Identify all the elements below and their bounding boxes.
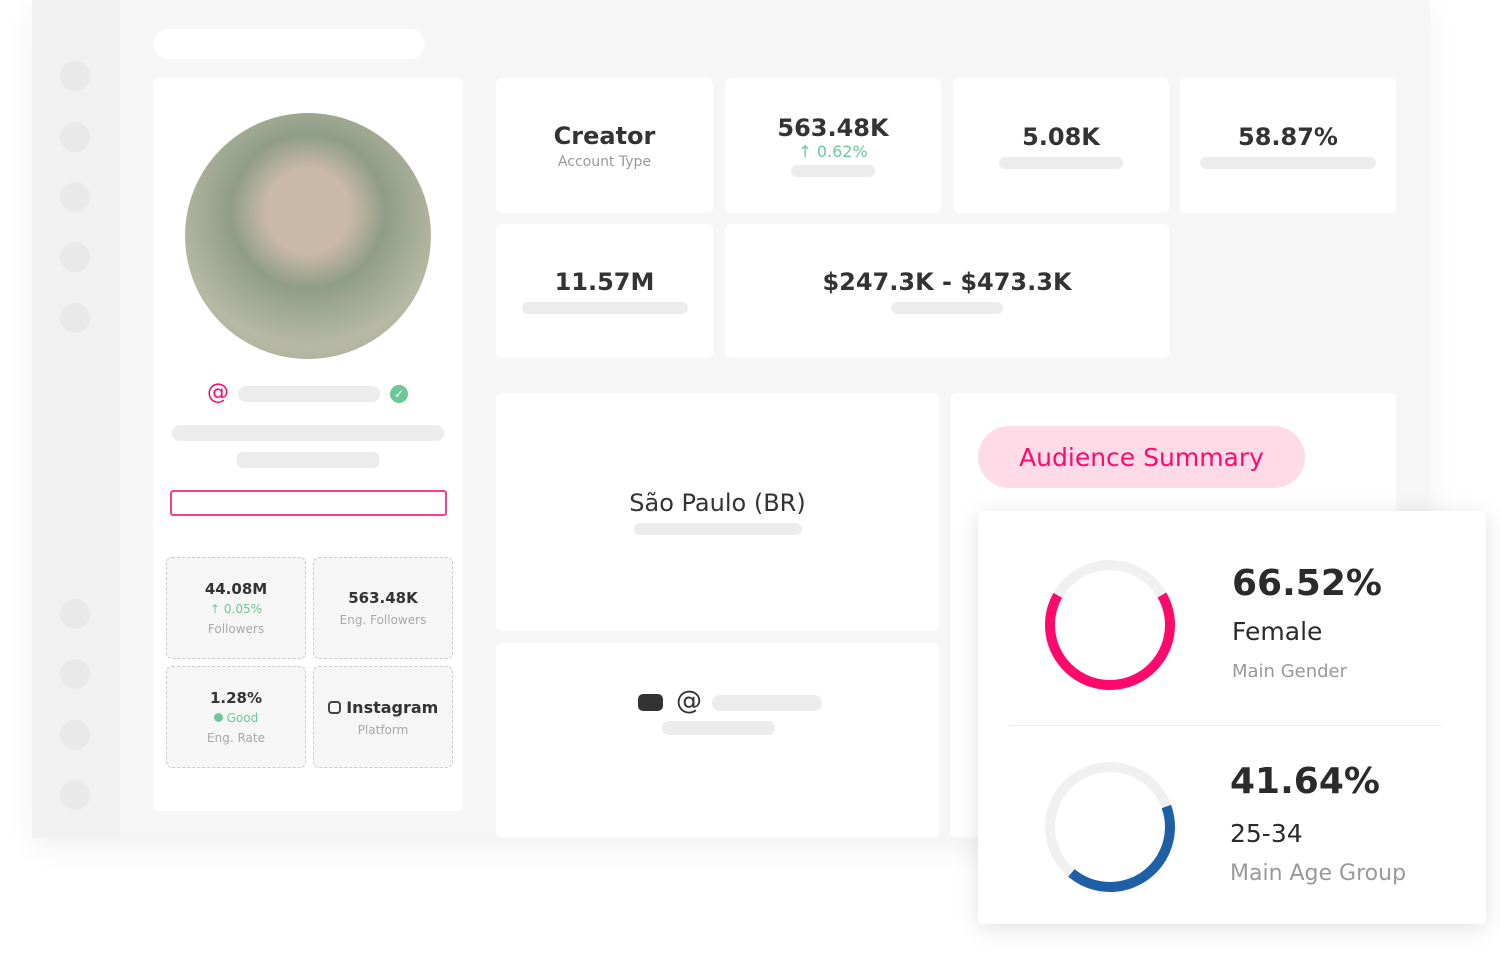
instagram-icon — [327, 700, 341, 714]
gender-label: Main Gender — [1232, 661, 1348, 682]
stat-value: Instagram — [346, 697, 439, 717]
age-label: Main Age Group — [1230, 861, 1407, 886]
sidebar-item[interactable] — [60, 720, 90, 750]
audience-summary-badge: Audience Summary — [978, 426, 1305, 488]
sidebar-item[interactable] — [60, 599, 90, 629]
platform-stat: Instagram Platform — [313, 666, 453, 768]
metric-card: 5.08K — [953, 78, 1169, 213]
stat-label: Eng. Rate — [207, 731, 265, 745]
link-placeholder — [662, 721, 775, 735]
label-placeholder — [521, 302, 688, 314]
metric-label: Account Type — [557, 153, 652, 170]
metric-value: 58.87% — [1238, 122, 1338, 151]
eng-rate-stat: 1.28% Good Eng. Rate — [166, 666, 306, 768]
stat-value: 1.28% — [209, 689, 263, 707]
label-placeholder — [999, 156, 1123, 169]
sidebar-item[interactable] — [60, 61, 90, 91]
at-icon: @ — [207, 380, 229, 405]
metric-change: ↑ 0.62% — [798, 142, 868, 161]
status-dot-icon — [213, 713, 223, 722]
action-button[interactable] — [170, 490, 447, 516]
avatar — [185, 113, 431, 359]
location-value: São Paulo (BR) — [629, 489, 806, 517]
sidebar-item[interactable] — [60, 122, 90, 152]
label-placeholder — [1200, 156, 1376, 169]
audience-summary-card: 66.52% Female Main Gender 41.64% 25-34 M… — [978, 511, 1486, 924]
gender-donut — [1045, 560, 1175, 690]
search-bar[interactable] — [153, 29, 425, 59]
link-placeholder — [712, 695, 822, 711]
sidebar-item[interactable] — [60, 659, 90, 689]
bio-placeholder — [172, 425, 444, 441]
stat-status: Good — [226, 711, 259, 725]
label-placeholder — [891, 302, 1003, 314]
sidebar-item[interactable] — [60, 780, 90, 810]
followers-stat: 44.08M ↑ 0.05% Followers — [166, 557, 306, 659]
gender-arc — [1045, 560, 1175, 690]
metric-value: 11.57M — [554, 268, 655, 296]
metric-card: 11.57M — [496, 224, 713, 358]
stat-label: Platform — [357, 722, 409, 737]
sidebar-item[interactable] — [60, 182, 90, 212]
account-type-card: Creator Account Type — [496, 78, 713, 213]
divider — [1010, 725, 1442, 726]
metric-value: Creator — [553, 121, 656, 150]
youtube-icon — [638, 694, 663, 711]
age-percent: 41.64% — [1230, 761, 1380, 802]
age-arc — [1045, 762, 1175, 892]
age-value: 25-34 — [1230, 819, 1303, 848]
sidebar-item[interactable] — [60, 242, 90, 272]
links-card — [496, 643, 939, 838]
bio-placeholder — [236, 452, 380, 468]
metric-value: 563.48K — [777, 114, 889, 142]
stat-value: 44.08M — [204, 580, 268, 598]
metric-value: $247.3K - $473.3K — [822, 268, 1072, 296]
metric-card: 58.87% — [1180, 78, 1396, 213]
price-card: $247.3K - $473.3K — [725, 224, 1169, 358]
check-circle-icon: ✓ — [390, 385, 408, 403]
gender-percent: 66.52% — [1232, 563, 1382, 604]
handle-placeholder — [238, 386, 380, 402]
at-icon: @ — [676, 686, 702, 716]
sidebar-item[interactable] — [60, 303, 90, 333]
engaged-card: 563.48K ↑ 0.62% — [725, 78, 941, 213]
metric-value: 5.08K — [1022, 122, 1100, 151]
label-placeholder — [633, 523, 802, 535]
age-donut — [1045, 762, 1175, 892]
gender-value: Female — [1232, 617, 1323, 646]
stat-label: Eng. Followers — [339, 613, 427, 627]
stat-change: ↑ 0.05% — [210, 602, 262, 616]
eng-followers-stat: 563.48K Eng. Followers — [313, 557, 453, 659]
label-placeholder — [791, 165, 875, 177]
location-card: São Paulo (BR) — [496, 393, 939, 631]
stat-label: Followers — [207, 622, 265, 636]
stat-value: 563.48K — [348, 589, 418, 607]
